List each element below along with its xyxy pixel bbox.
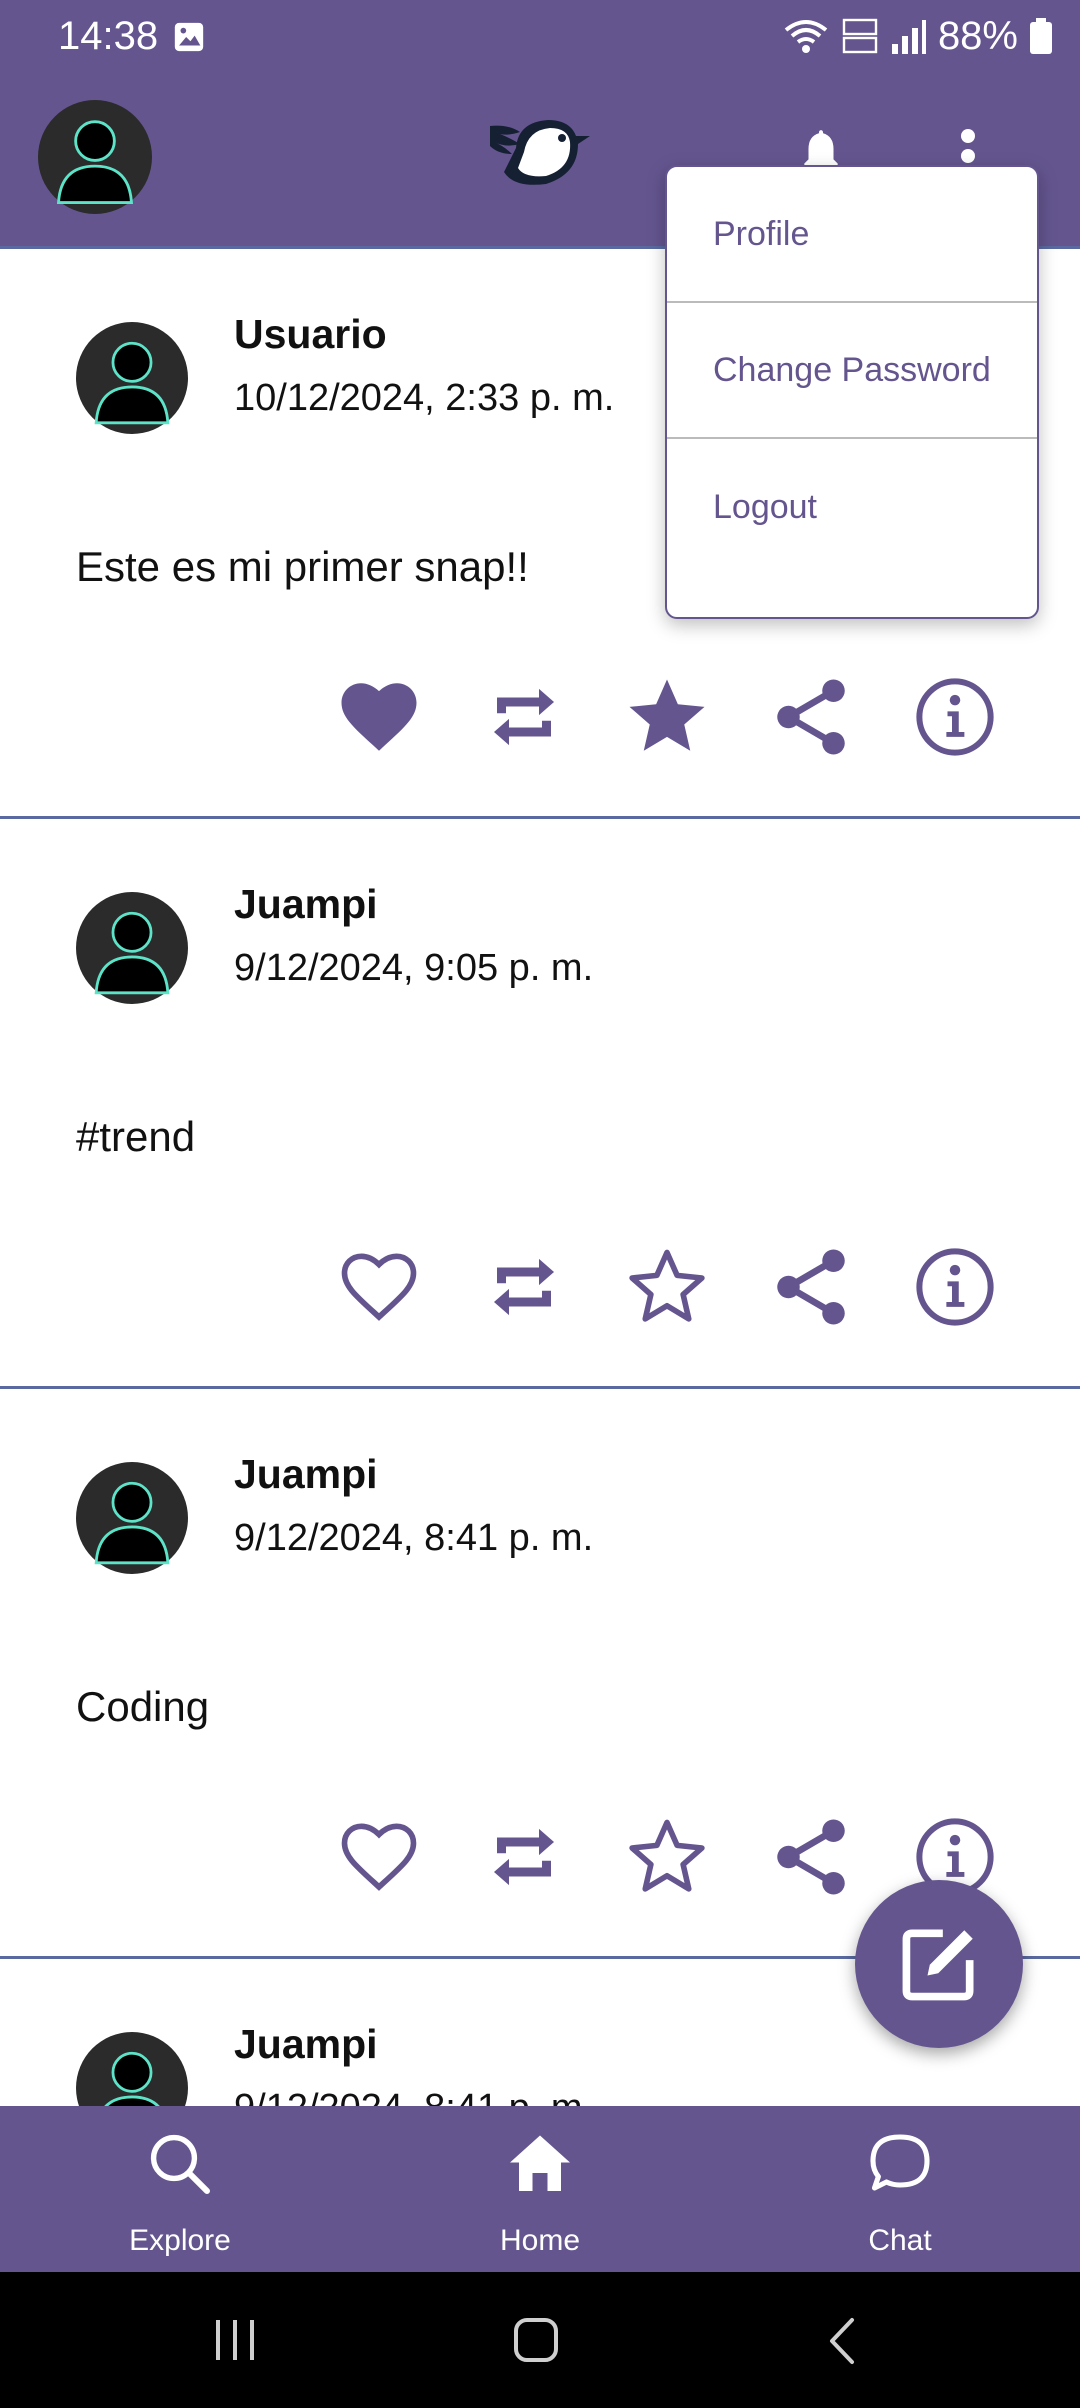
heart-outline-icon[interactable] <box>334 1242 424 1332</box>
compose-button[interactable] <box>855 1880 1023 2048</box>
profile-avatar[interactable] <box>38 100 152 214</box>
status-right: 88% <box>782 14 1052 58</box>
nav-chat-label: Chat <box>868 2224 932 2257</box>
signal-icon <box>891 20 926 54</box>
nav-explore-label: Explore <box>129 2224 231 2257</box>
share-icon[interactable] <box>766 672 856 762</box>
share-icon[interactable] <box>766 1812 856 1902</box>
share-icon[interactable] <box>766 1242 856 1332</box>
battery-percentage: 88% <box>937 13 1018 58</box>
battery-icon <box>1030 18 1052 54</box>
search-icon <box>150 2134 210 2194</box>
nav-home-label: Home <box>499 2224 581 2257</box>
status-time: 14:38 <box>58 14 159 58</box>
overflow-menu: Profile Change Password Logout <box>665 165 1039 619</box>
edit-icon <box>902 1929 974 2001</box>
gallery-icon <box>174 22 204 52</box>
menu-item-change-password[interactable]: Change Password <box>667 303 1037 439</box>
home-system-icon[interactable] <box>512 2316 562 2366</box>
chat-icon <box>870 2134 930 2191</box>
bottom-navigation: Explore Home Chat <box>0 2106 1080 2272</box>
home-icon <box>510 2135 570 2191</box>
post-actions <box>0 1389 1080 1955</box>
post-author[interactable]: Juampi <box>234 2021 378 2068</box>
nav-home[interactable]: Home <box>420 2106 660 2272</box>
wifi-icon <box>784 20 828 53</box>
menu-item-logout[interactable]: Logout <box>667 439 1037 575</box>
heart-outline-icon[interactable] <box>334 1812 424 1902</box>
back-icon[interactable] <box>822 2316 862 2366</box>
nav-explore[interactable]: Explore <box>60 2106 300 2272</box>
post-avatar[interactable] <box>76 2032 188 2106</box>
star-outline-icon[interactable] <box>622 1812 712 1902</box>
app-logo-bird-icon <box>490 120 590 185</box>
volte-icon <box>842 18 878 54</box>
post-card: Juampi 9/12/2024, 8:41 p. m. Coding <box>0 1386 1080 1952</box>
status-bar: 14:38 88% <box>0 0 1080 76</box>
repost-icon[interactable] <box>479 1812 569 1902</box>
star-filled-icon[interactable] <box>622 672 712 762</box>
star-outline-icon[interactable] <box>622 1242 712 1332</box>
post-card: Juampi 9/12/2024, 9:05 p. m. #trend <box>0 816 1080 1382</box>
repost-icon[interactable] <box>479 1242 569 1332</box>
repost-icon[interactable] <box>479 672 569 762</box>
nav-chat[interactable]: Chat <box>780 2106 1020 2272</box>
menu-item-profile[interactable]: Profile <box>667 167 1037 303</box>
system-navigation-bar <box>0 2272 1080 2408</box>
post-date: 9/12/2024, 8:41 p. m. <box>234 2087 593 2106</box>
heart-filled-icon[interactable] <box>334 672 424 762</box>
post-actions <box>0 819 1080 1385</box>
recent-apps-icon[interactable] <box>210 2318 260 2362</box>
info-icon[interactable] <box>910 672 1000 762</box>
info-icon[interactable] <box>910 1242 1000 1332</box>
